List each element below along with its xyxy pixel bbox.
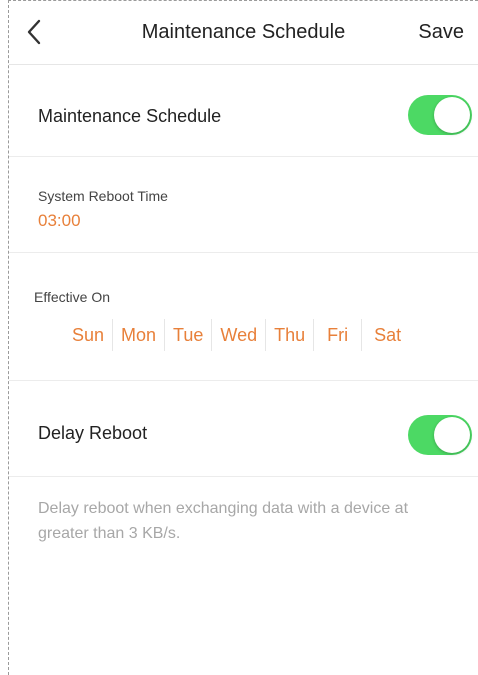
maintenance-schedule-toggle[interactable] [408, 95, 472, 135]
maintenance-schedule-screen: Maintenance Schedule Save Maintenance Sc… [8, 0, 478, 675]
toggle-knob [434, 417, 470, 453]
delay-reboot-row: Delay Reboot [9, 381, 478, 477]
day-mon[interactable]: Mon [113, 319, 166, 351]
page-title: Maintenance Schedule [141, 21, 346, 43]
delay-reboot-label: Delay Reboot [38, 423, 148, 443]
back-button[interactable] [21, 15, 51, 49]
effective-on-label: Effective On [34, 289, 111, 305]
day-wed[interactable]: Wed [212, 319, 267, 351]
toggle-knob [434, 97, 470, 133]
day-thu[interactable]: Thu [266, 319, 315, 351]
weekday-selector: Sun Mon Tue Wed Thu Fri Sat [66, 319, 413, 351]
chevron-left-icon [27, 19, 41, 45]
system-reboot-time-value[interactable]: 03:00 [38, 211, 81, 231]
delay-reboot-description: Delay reboot when exchanging data with a… [38, 500, 409, 542]
day-tue[interactable]: Tue [165, 319, 213, 351]
day-fri[interactable]: Fri [314, 319, 363, 351]
effective-on-row: Effective On Sun Mon Tue Wed Thu Fri Sat [9, 253, 478, 381]
maintenance-schedule-label: Maintenance Schedule [38, 106, 222, 126]
day-sat[interactable]: Sat [362, 319, 413, 351]
system-reboot-time-row[interactable]: System Reboot Time 03:00 [9, 157, 478, 253]
save-button[interactable]: Save [418, 21, 464, 44]
delay-reboot-toggle[interactable] [408, 415, 472, 455]
system-reboot-time-label: System Reboot Time [38, 188, 168, 204]
day-sun[interactable]: Sun [66, 319, 114, 351]
maintenance-schedule-row: Maintenance Schedule [9, 65, 478, 157]
navigation-bar: Maintenance Schedule Save [9, 1, 478, 65]
